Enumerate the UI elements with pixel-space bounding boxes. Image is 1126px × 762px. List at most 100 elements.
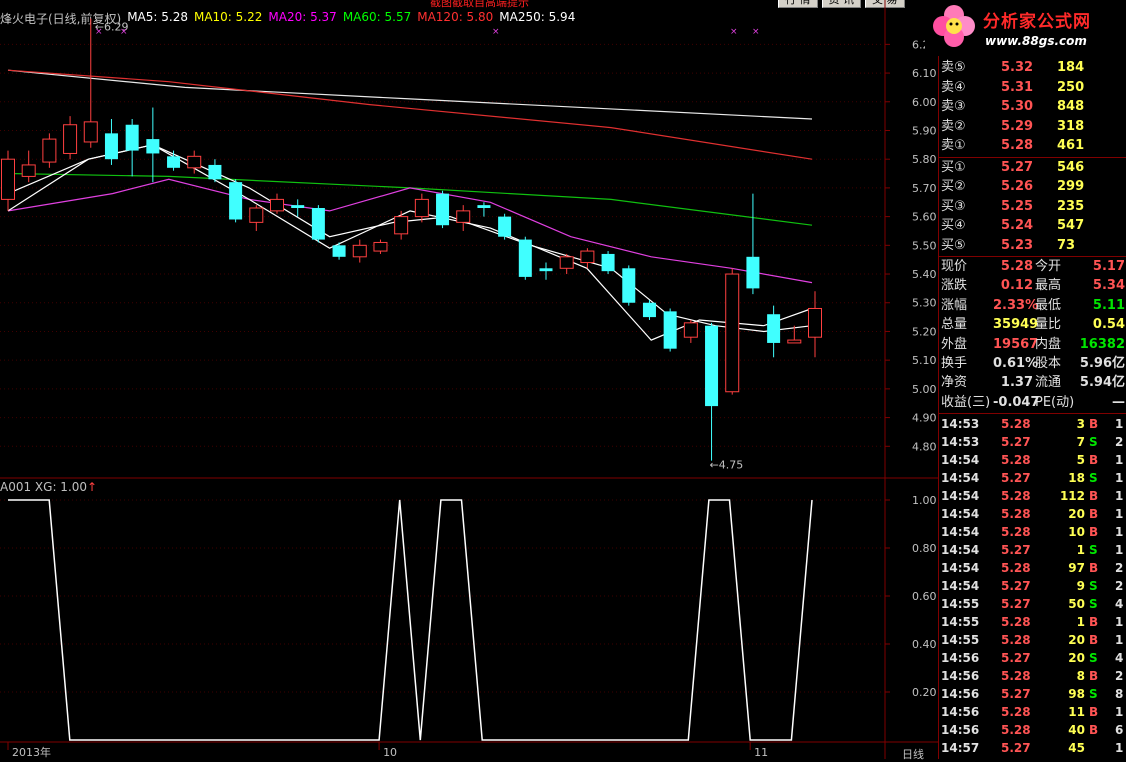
- stat-value: —: [1112, 394, 1125, 410]
- tick-side: B: [1089, 615, 1099, 630]
- candle-body-down: [208, 164, 222, 180]
- ask-row[interactable]: 卖④ 5.31 250: [939, 78, 1126, 97]
- ask-volume: 461: [1057, 138, 1085, 153]
- bid-row[interactable]: 买① 5.27 546: [939, 158, 1126, 177]
- tick-volume: 97: [1068, 561, 1085, 576]
- stat-value: 0.54: [1092, 317, 1125, 333]
- stat-label: 流通: [1035, 375, 1062, 391]
- tick-count: 6: [1115, 723, 1124, 738]
- trade-tick-row: 14:53 5.27 7 S 2: [939, 433, 1126, 451]
- date-label: 2013年: [12, 745, 51, 759]
- tick-count: 2: [1115, 561, 1124, 576]
- stat-value: 5.94亿: [1079, 375, 1125, 391]
- tick-time: 14:54: [941, 525, 980, 540]
- price-tick-label: 5.40: [912, 268, 937, 281]
- stat-value: 5.17: [1092, 259, 1125, 274]
- stat-row: 涨幅 2.33% 最低 5.11: [939, 296, 1126, 315]
- candle-body-down: [767, 314, 781, 343]
- ask-price: 5.32: [1001, 60, 1034, 75]
- bid-volume: 547: [1057, 218, 1085, 233]
- stat-label: 总量: [941, 317, 968, 333]
- signal-marker-icon: ×: [95, 27, 103, 37]
- tick-price: 5.27: [1001, 543, 1031, 558]
- ask-row[interactable]: 卖③ 5.30 848: [939, 97, 1126, 116]
- candle-body-up: [456, 210, 471, 223]
- ask-volume: 848: [1057, 99, 1085, 114]
- bid-row[interactable]: 买② 5.26 299: [939, 177, 1126, 196]
- tick-price: 5.28: [1001, 561, 1031, 576]
- stat-row: 现价 5.28 今开 5.17: [939, 257, 1126, 276]
- trade-tick-row: 14:56 5.27 98 S 8: [939, 685, 1126, 703]
- trade-tick-row: 14:54 5.28 97 B 2: [939, 559, 1126, 577]
- bid-row[interactable]: 买⑤ 5.23 73: [939, 236, 1126, 255]
- tick-count: 1: [1115, 507, 1124, 522]
- bid-row[interactable]: 买③ 5.25 235: [939, 197, 1126, 216]
- stat-row: 涨跌 0.12 最高 5.34: [939, 276, 1126, 295]
- stat-row: 总量 35949 量比 0.54: [939, 315, 1126, 334]
- kline-chart[interactable]: 6.206.106.005.905.805.705.605.505.405.30…: [0, 0, 938, 759]
- tick-count: 1: [1115, 615, 1124, 630]
- ticks-divider: [939, 413, 1126, 415]
- stat-label: 换手: [941, 356, 968, 371]
- indicator-header: A001 XG: 1.00↑: [0, 480, 97, 494]
- candle-body-up: [394, 216, 409, 235]
- candle-body-up: [42, 138, 57, 163]
- tick-side: S: [1089, 579, 1098, 594]
- ma5-line: [7, 144, 813, 341]
- ask-row[interactable]: 卖② 5.29 318: [939, 117, 1126, 136]
- tick-price: 5.27: [1001, 435, 1031, 450]
- stat-value: 16382: [1079, 336, 1125, 352]
- stat-label: 今开: [1035, 259, 1062, 274]
- trade-tick-row: 14:54 5.27 18 S 1: [939, 469, 1126, 487]
- ask-volume: 250: [1057, 79, 1085, 95]
- bid-level-label: 买①: [941, 159, 966, 175]
- price-tick-label: 4.90: [912, 412, 937, 425]
- bid-row[interactable]: 买④ 5.24 547: [939, 216, 1126, 235]
- tick-count: 1: [1115, 525, 1124, 540]
- stat-value: 0.12: [1000, 278, 1033, 294]
- price-tick-label: 5.50: [912, 239, 937, 252]
- candle-body-up: [787, 339, 802, 344]
- candle-body-up: [63, 124, 78, 154]
- stat-label: PE(动): [1035, 394, 1075, 410]
- trade-tick-row: 14:56 5.28 40 B 6: [939, 721, 1126, 739]
- candle-body-down: [498, 216, 512, 237]
- tick-price: 5.27: [1001, 579, 1031, 594]
- price-tick-label: 6.00: [912, 96, 937, 109]
- tick-count: 8: [1115, 687, 1124, 702]
- tick-time: 14:54: [941, 471, 980, 486]
- tick-volume: 18: [1068, 471, 1085, 486]
- ma20-line: [7, 178, 813, 284]
- ask-row[interactable]: 卖⑤ 5.32 184: [939, 58, 1126, 77]
- tick-price: 5.27: [1001, 597, 1031, 612]
- stat-value: 5.34: [1092, 278, 1125, 294]
- tick-count: 1: [1115, 453, 1124, 468]
- candle-body-up: [725, 273, 740, 393]
- ma250-line: [7, 69, 813, 120]
- ask-row[interactable]: 卖① 5.28 461: [939, 136, 1126, 155]
- period-label[interactable]: 日线: [902, 746, 924, 762]
- candle-body-down: [291, 205, 305, 208]
- tick-side: B: [1089, 723, 1099, 738]
- candle-body-down: [104, 133, 118, 160]
- stat-row: 换手 0.61% 股本 5.96亿: [939, 354, 1126, 373]
- stat-label: 现价: [941, 259, 968, 274]
- bid-volume: 546: [1057, 159, 1085, 175]
- candle-body-down: [332, 245, 346, 257]
- tick-count: 1: [1115, 705, 1124, 720]
- tick-time: 14:54: [941, 507, 980, 522]
- tick-time: 14:56: [941, 651, 980, 666]
- candle-body-down: [125, 124, 139, 151]
- tick-price: 5.28: [1001, 453, 1031, 468]
- trade-tick-row: 14:54 5.28 112 B 1: [939, 487, 1126, 505]
- logo-url: www.88gs.com: [985, 34, 1087, 48]
- tick-time: 14:57: [941, 741, 980, 756]
- ask-price: 5.31: [1001, 79, 1034, 95]
- indicator-tick-label: 1.00: [912, 494, 937, 507]
- tick-count: 2: [1115, 669, 1124, 684]
- tick-volume: 20: [1068, 507, 1085, 522]
- tick-count: 2: [1115, 435, 1124, 450]
- tick-volume: 1: [1076, 543, 1085, 558]
- tick-price: 5.27: [1001, 687, 1031, 702]
- stat-value: 2.33%: [993, 297, 1039, 313]
